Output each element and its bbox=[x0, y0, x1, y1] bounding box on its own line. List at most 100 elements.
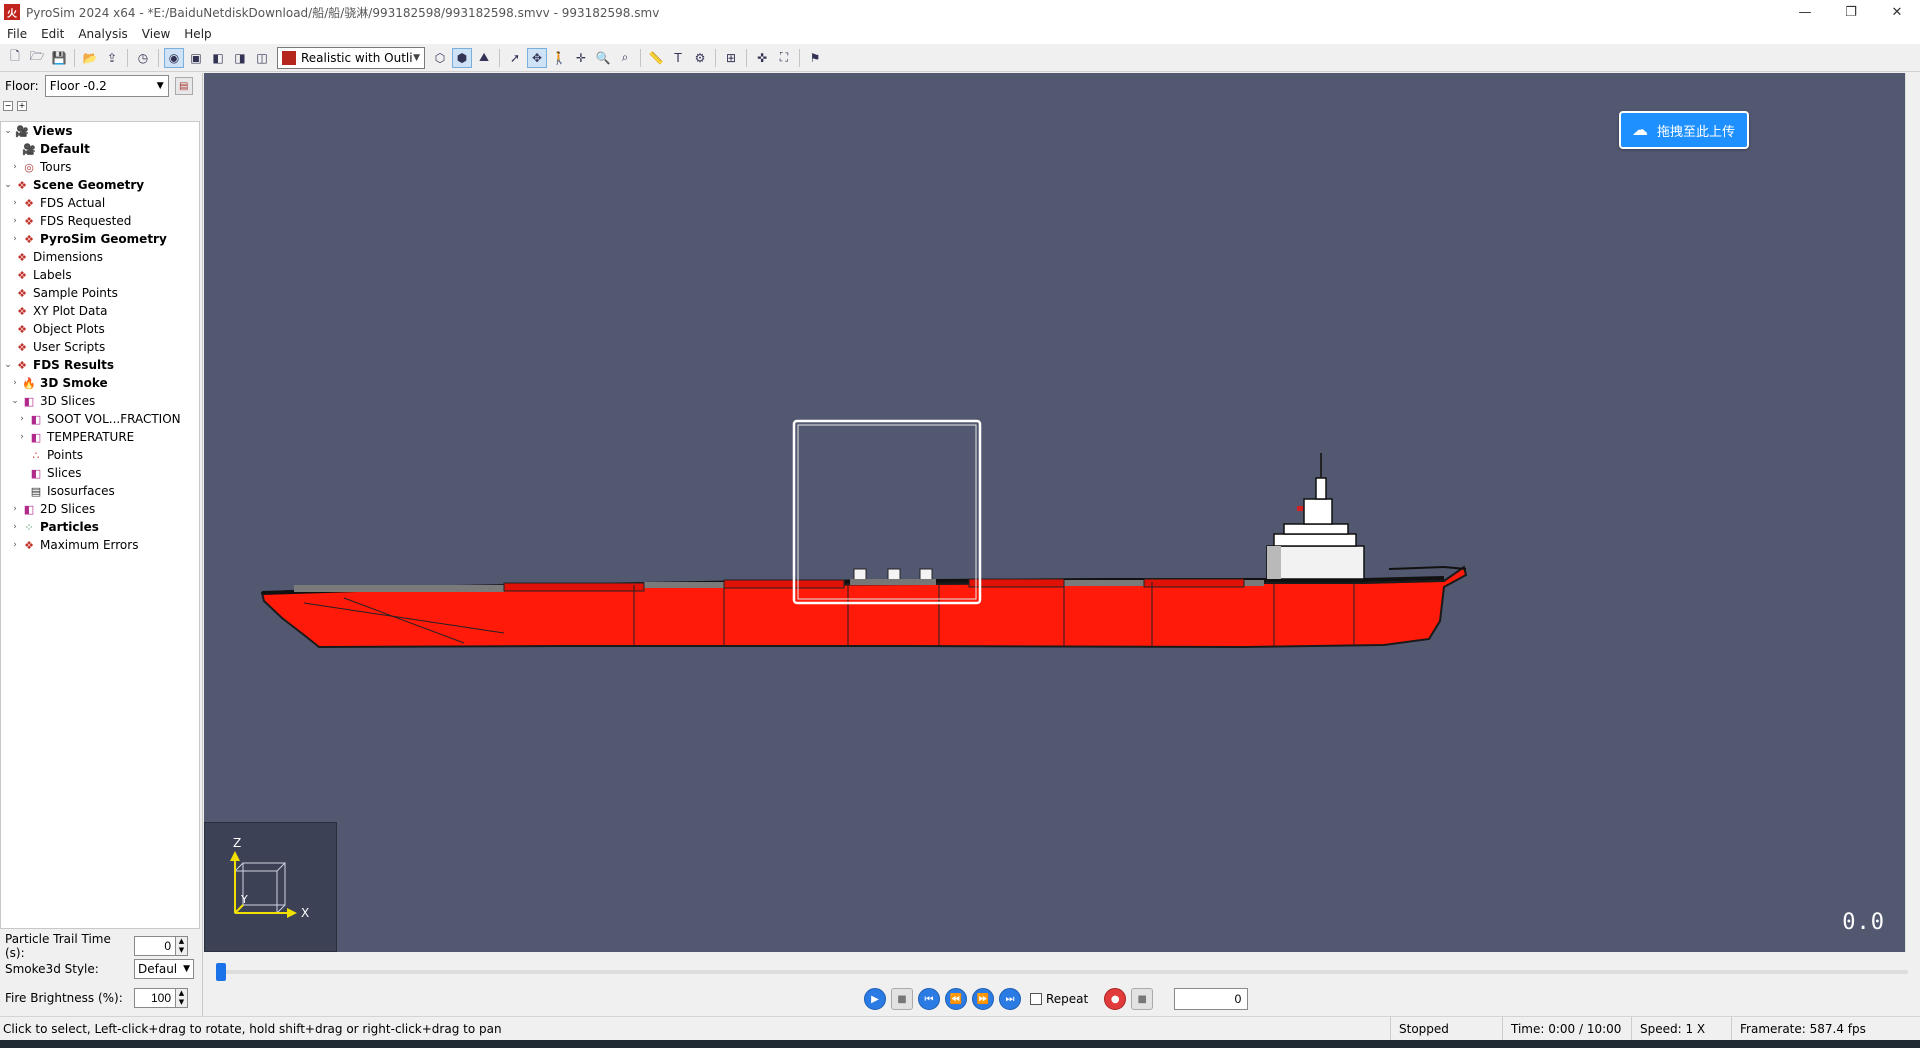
tree-item[interactable]: ⌄ ◧ 3D Slices bbox=[1, 392, 199, 410]
time-slider-track[interactable] bbox=[218, 970, 1908, 974]
tree-item[interactable]: ▤ Isosurfaces bbox=[1, 482, 199, 500]
play-icon[interactable]: ▶ bbox=[864, 988, 886, 1010]
tree-item[interactable]: › ⁘ Particles bbox=[1, 518, 199, 536]
spinner-arrows-icon[interactable]: ▲ ▼ bbox=[176, 988, 188, 1008]
fit-view-icon[interactable]: ⛶ bbox=[774, 48, 794, 68]
chevron-right-icon[interactable]: › bbox=[17, 432, 27, 442]
step-forward-icon[interactable]: ⏩ bbox=[972, 988, 994, 1010]
skip-start-icon[interactable]: ⏮ bbox=[918, 988, 940, 1010]
3d-viewport[interactable]: ☁ 拖拽至此上传 Z Y X 0.0 bbox=[204, 73, 1905, 952]
select-pointer-icon[interactable]: ➚ bbox=[505, 48, 525, 68]
chevron-right-icon[interactable]: › bbox=[10, 378, 20, 388]
chevron-right-icon[interactable]: › bbox=[17, 414, 27, 424]
walk-icon[interactable]: 🚶 bbox=[549, 48, 569, 68]
chevron-right-icon[interactable]: › bbox=[10, 162, 20, 172]
viewport-scrollbar[interactable] bbox=[1905, 73, 1920, 952]
record-stop-icon[interactable]: ■ bbox=[1131, 988, 1154, 1010]
text-label-icon[interactable]: T bbox=[668, 48, 688, 68]
settings-gear-icon[interactable]: ⚙ bbox=[690, 48, 710, 68]
chevron-down-icon[interactable]: ⌄ bbox=[3, 180, 13, 190]
tree-item[interactable]: › ◧ 2D Slices bbox=[1, 500, 199, 518]
tree-item[interactable]: ❖ Sample Points bbox=[1, 284, 199, 302]
chevron-right-icon[interactable]: › bbox=[10, 504, 20, 514]
tree-item[interactable]: › 🔥 3D Smoke bbox=[1, 374, 199, 392]
time-slider-thumb[interactable] bbox=[216, 963, 226, 981]
menu-help[interactable]: Help bbox=[177, 27, 218, 41]
open-results-icon[interactable]: 📂 bbox=[80, 48, 100, 68]
menu-analysis[interactable]: Analysis bbox=[71, 27, 134, 41]
tree-item[interactable]: › ◧ TEMPERATURE bbox=[1, 428, 199, 446]
restore-button[interactable]: ❐ bbox=[1828, 0, 1874, 24]
tree-item[interactable]: ⌄ ❖ FDS Results bbox=[1, 356, 199, 374]
chevron-right-icon[interactable]: › bbox=[10, 198, 20, 208]
upload-badge[interactable]: ☁ 拖拽至此上传 bbox=[1619, 111, 1749, 149]
timer-icon[interactable]: ◷ bbox=[133, 48, 153, 68]
align-icon[interactable]: ⊞ bbox=[721, 48, 741, 68]
tree-item[interactable]: › ❖ PyroSim Geometry bbox=[1, 230, 199, 248]
stop-icon[interactable]: ■ bbox=[891, 988, 913, 1010]
tree-item[interactable]: ◧ Slices bbox=[1, 464, 199, 482]
record-icon[interactable]: ● bbox=[1104, 988, 1127, 1010]
chevron-down-icon[interactable]: ⌄ bbox=[3, 360, 13, 370]
repeat-toggle[interactable]: Repeat bbox=[1030, 992, 1088, 1006]
menu-edit[interactable]: Edit bbox=[34, 27, 71, 41]
tree-item[interactable]: › ◎ Tours bbox=[1, 158, 199, 176]
orbit-icon[interactable]: ✥ bbox=[527, 47, 547, 68]
outline-icon[interactable]: ⬢ bbox=[452, 47, 472, 68]
close-button[interactable]: ✕ bbox=[1874, 0, 1920, 24]
tree-item[interactable]: › ❖ Maximum Errors bbox=[1, 536, 199, 554]
particle-trail-input[interactable] bbox=[134, 936, 176, 956]
tree-item[interactable]: 🎥 Default bbox=[1, 140, 199, 158]
chevron-down-icon[interactable]: ⌄ bbox=[10, 396, 20, 406]
tree-item[interactable]: ❖ Labels bbox=[1, 266, 199, 284]
tree-item[interactable]: ⌄ ❖ Scene Geometry bbox=[1, 176, 199, 194]
spinner-arrows-icon[interactable]: ▲ ▼ bbox=[176, 936, 188, 956]
chevron-right-icon[interactable]: › bbox=[10, 522, 20, 532]
view-perspective-icon[interactable]: ◉ bbox=[164, 47, 184, 68]
tree-item[interactable]: › ❖ FDS Requested bbox=[1, 212, 199, 230]
minimize-button[interactable]: — bbox=[1782, 0, 1828, 24]
frame-input[interactable] bbox=[1174, 988, 1249, 1010]
zoom-region-icon[interactable]: ⌕ bbox=[615, 48, 635, 68]
repeat-checkbox[interactable] bbox=[1030, 993, 1042, 1005]
view-side-icon[interactable]: ◨ bbox=[230, 48, 250, 68]
menu-view[interactable]: View bbox=[135, 27, 177, 41]
step-back-icon[interactable]: ⏪ bbox=[945, 988, 967, 1010]
collapse-all-icon[interactable]: − bbox=[3, 101, 13, 111]
wireframe-icon[interactable]: ⬡ bbox=[430, 48, 450, 68]
new-file-icon[interactable]: 🗋 bbox=[5, 48, 25, 68]
zoom-icon[interactable]: 🔍 bbox=[593, 48, 613, 68]
skip-end-icon[interactable]: ⏭ bbox=[999, 988, 1021, 1010]
tree-item[interactable]: ❖ Dimensions bbox=[1, 248, 199, 266]
floor-select[interactable]: Floor -0.2 ▼ bbox=[44, 75, 169, 97]
tree-item[interactable]: ❖ XY Plot Data bbox=[1, 302, 199, 320]
chevron-right-icon[interactable]: › bbox=[10, 216, 20, 226]
crosshair-icon[interactable]: ✜ bbox=[752, 48, 772, 68]
smoke-style-select[interactable]: Defaul ▼ bbox=[134, 959, 194, 979]
menu-file[interactable]: File bbox=[0, 27, 34, 41]
selection-box-inner bbox=[797, 424, 977, 600]
expand-all-icon[interactable]: + bbox=[17, 101, 27, 111]
tree-item[interactable]: ∴ Points bbox=[1, 446, 199, 464]
view-front-icon[interactable]: ◧ bbox=[208, 48, 228, 68]
pan-icon[interactable]: ✛ bbox=[571, 48, 591, 68]
tree-item[interactable]: › ❖ FDS Actual bbox=[1, 194, 199, 212]
terrain-icon[interactable]: ⛰ bbox=[474, 48, 494, 68]
open-file-icon[interactable]: 🗁 bbox=[27, 48, 47, 68]
chevron-right-icon[interactable]: › bbox=[10, 234, 20, 244]
view-top-icon[interactable]: ▣ bbox=[186, 48, 206, 68]
chevron-down-icon[interactable]: ⌄ bbox=[3, 126, 13, 136]
floor-settings-icon[interactable]: ▤ bbox=[174, 77, 193, 95]
view-iso-icon[interactable]: ◫ bbox=[252, 48, 272, 68]
render-mode-select[interactable]: Realistic with Outli ▼ bbox=[277, 46, 425, 69]
save-icon[interactable]: 💾 bbox=[49, 48, 69, 68]
tree-item[interactable]: ❖ Object Plots bbox=[1, 320, 199, 338]
measure-icon[interactable]: 📏 bbox=[646, 48, 666, 68]
flag-icon[interactable]: ⚑ bbox=[805, 48, 825, 68]
tree-item[interactable]: › ◧ SOOT VOL...FRACTION bbox=[1, 410, 199, 428]
tree-item[interactable]: ❖ User Scripts bbox=[1, 338, 199, 356]
chevron-right-icon[interactable]: › bbox=[10, 540, 20, 550]
tree-item[interactable]: ⌄ 🎥 Views bbox=[1, 122, 199, 140]
fire-brightness-input[interactable] bbox=[134, 988, 176, 1008]
export-icon[interactable]: ⇪ bbox=[102, 48, 122, 68]
